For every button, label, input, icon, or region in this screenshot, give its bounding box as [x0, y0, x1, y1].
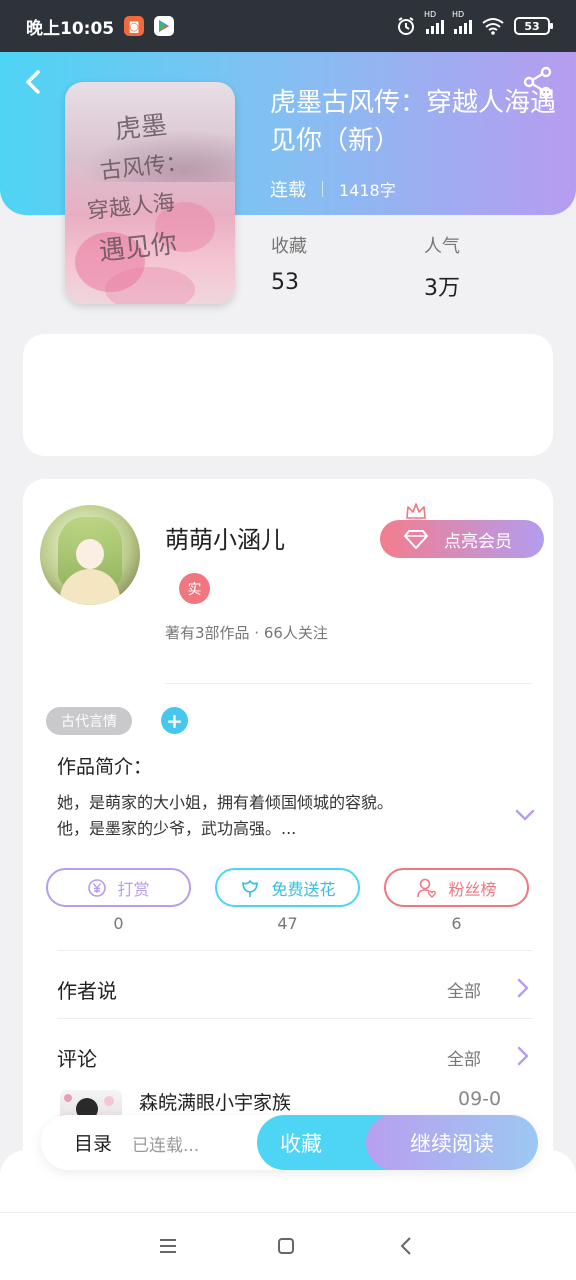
- cover-title-text: 遇见你: [97, 229, 179, 267]
- continue-reading-button[interactable]: 继续阅读: [366, 1115, 538, 1170]
- popularity-label: 人气: [424, 236, 460, 257]
- book-cover[interactable]: 虎墨 古风传： 穿越人海 遇见你: [65, 82, 235, 304]
- reward-label: 打赏: [117, 879, 150, 899]
- divider: [165, 683, 533, 684]
- collect-label: 收藏: [280, 1131, 322, 1156]
- send-flower-button[interactable]: 免费送花: [215, 868, 360, 907]
- book-title: 虎墨古风传：穿越人海遇见你（新）: [270, 88, 557, 156]
- divider: [57, 1018, 533, 1019]
- wifi-icon: [482, 18, 504, 35]
- chevron-right-icon[interactable]: [513, 1046, 533, 1066]
- member-button-label: 点亮会员: [444, 531, 512, 552]
- fans-count: 6: [451, 914, 462, 933]
- toc-status[interactable]: 已连载...: [132, 1131, 199, 1156]
- yen-coin-icon: [88, 878, 107, 897]
- comments-title[interactable]: 评论: [57, 1043, 97, 1072]
- crown-icon: [406, 503, 426, 519]
- favorites-stat: 收藏 53: [271, 232, 307, 295]
- author-says-title[interactable]: 作者说: [57, 975, 117, 1004]
- cover-title-text: 虎墨: [113, 110, 169, 146]
- diamond-icon: [404, 530, 428, 549]
- home-icon[interactable]: [274, 1234, 298, 1258]
- reward-count: 0: [113, 914, 124, 933]
- chevron-down-icon[interactable]: [514, 804, 536, 826]
- play-store-icon: [154, 16, 175, 36]
- popularity-value: 3万: [424, 276, 460, 301]
- status-time: 晚上10:05: [26, 18, 115, 39]
- genre-tag[interactable]: 古代言情: [46, 707, 132, 735]
- flower-count: 47: [277, 914, 298, 933]
- comments-all-link[interactable]: 全部: [447, 1045, 481, 1070]
- author-name[interactable]: 萌萌小涵儿: [165, 520, 285, 555]
- author-says-all-link[interactable]: 全部: [447, 977, 481, 1002]
- app-notification-icon: ◙: [124, 16, 145, 36]
- commenter-name[interactable]: 森皖满眼小宇家族: [139, 1088, 291, 1115]
- avatar-face: [76, 539, 104, 569]
- ad-card: [23, 334, 553, 456]
- author-meta: 著有3部作品 · 66人关注: [165, 624, 328, 642]
- battery-icon: 53: [514, 17, 553, 35]
- member-button[interactable]: 点亮会员: [380, 520, 544, 558]
- nav-back-icon[interactable]: [395, 1234, 419, 1258]
- toc-button[interactable]: 目录: [74, 1129, 112, 1156]
- status-bar: 晚上10:05 ◙ HD HD 53: [0, 0, 576, 52]
- author-avatar[interactable]: [40, 505, 140, 605]
- fans-rank-button[interactable]: 粉丝榜: [384, 868, 529, 907]
- continue-reading-label: 继续阅读: [410, 1131, 494, 1156]
- word-count: 1418字: [339, 181, 396, 200]
- intro-line: 她，是萌家的大小姐，拥有着倾国倾城的容貌。: [57, 793, 394, 812]
- divider: [57, 950, 533, 951]
- book-status: 连载: [270, 180, 306, 201]
- fans-rank-label: 粉丝榜: [448, 879, 497, 899]
- comment-date: 09-0: [458, 1088, 502, 1110]
- intro-heading: 作品简介：: [57, 756, 153, 778]
- intro-text: 她，是萌家的大小姐，拥有着倾国倾城的容貌。 他，是墨家的少爷，武功高强。...: [57, 790, 477, 842]
- signal-icon-1: HD: [424, 10, 444, 34]
- flower-icon: [242, 879, 259, 897]
- reward-button[interactable]: 打赏: [46, 868, 191, 907]
- add-tag-button[interactable]: +: [161, 707, 188, 734]
- send-flower-label: 免费送花: [271, 879, 336, 899]
- avatar-sticker: [104, 1096, 114, 1106]
- alarm-icon: [398, 17, 414, 35]
- signal-icon-2: HD: [452, 10, 472, 34]
- cover-blossom: [105, 267, 195, 304]
- back-icon[interactable]: [20, 68, 48, 96]
- book-meta: 连载 1418字: [270, 176, 396, 202]
- chevron-right-icon[interactable]: [513, 978, 533, 998]
- meta-divider: [322, 181, 323, 197]
- user-heart-icon: [417, 878, 437, 898]
- menu-icon[interactable]: [156, 1234, 180, 1258]
- intro-line: 他，是墨家的少爷，武功高强。...: [57, 819, 297, 838]
- avatar-sticker: [64, 1094, 72, 1102]
- popularity-stat: 人气 3万: [424, 232, 460, 302]
- favorites-label: 收藏: [271, 236, 307, 257]
- verified-badge: 实: [179, 573, 210, 604]
- favorites-value: 53: [271, 270, 299, 295]
